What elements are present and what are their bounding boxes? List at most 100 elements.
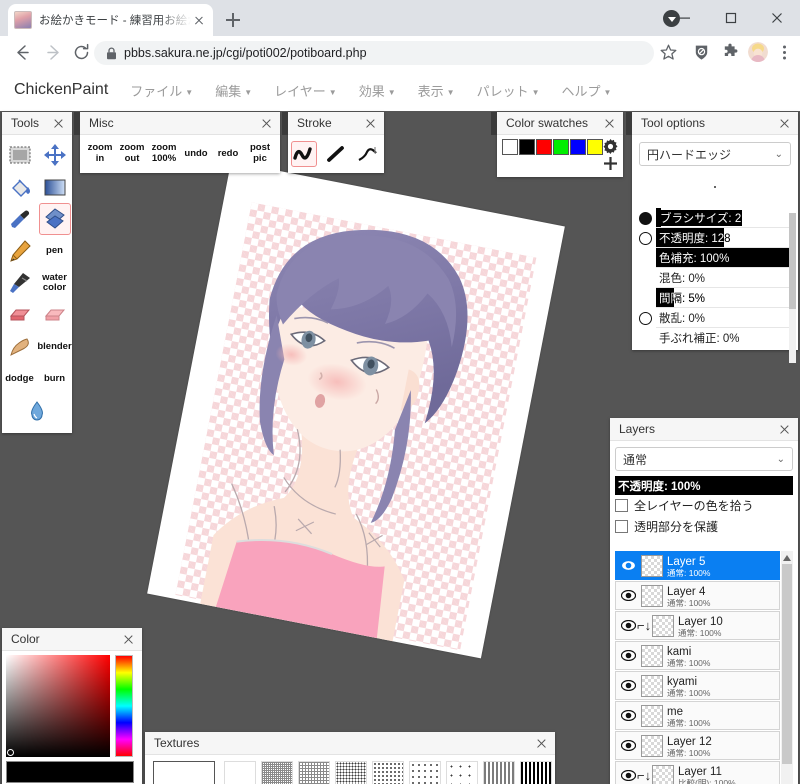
misc-panel-header[interactable]: Misc xyxy=(80,112,280,135)
table-row[interactable]: me 通常: 100% xyxy=(615,701,780,730)
opacity-radio[interactable] xyxy=(639,231,652,245)
menu-file[interactable]: ファイル ▼ xyxy=(130,81,193,100)
eye-icon[interactable] xyxy=(620,650,637,661)
texture-dots-vsparse[interactable] xyxy=(446,761,478,784)
close-icon[interactable] xyxy=(603,117,616,130)
undo-button[interactable]: undo xyxy=(180,148,212,160)
close-icon[interactable] xyxy=(364,117,377,130)
menu-view[interactable]: 表示 ▼ xyxy=(418,81,455,100)
scatter-radio[interactable] xyxy=(639,311,652,325)
texture-vstripe-soft[interactable] xyxy=(483,761,515,784)
panel-drag-grip[interactable] xyxy=(74,112,80,135)
pencil-tool[interactable] xyxy=(4,235,36,267)
close-window-button[interactable] xyxy=(754,0,800,36)
drawing-canvas[interactable] xyxy=(147,161,565,659)
texture-dots-sparse[interactable] xyxy=(409,761,441,784)
new-tab-button[interactable] xyxy=(222,9,244,31)
bezier-stroke-button[interactable] xyxy=(355,141,381,167)
burn-tool[interactable]: burn xyxy=(38,363,72,395)
maximize-button[interactable] xyxy=(708,0,754,36)
menu-effect[interactable]: 効果 ▼ xyxy=(359,81,396,100)
lock-alpha-checkbox[interactable]: 透明部分を保護 xyxy=(615,516,793,537)
scatter-slider[interactable]: 散乱: 0% xyxy=(656,308,791,328)
eye-icon[interactable] xyxy=(620,560,637,571)
browser-tab[interactable]: お絵かきモード - 練習用お絵かき掲示 xyxy=(8,4,213,36)
menu-help[interactable]: ヘルプ ▼ xyxy=(562,81,612,100)
table-row[interactable]: Layer 12 通常: 100% xyxy=(615,731,780,760)
brush-type-select[interactable]: 円ハードエッジ ⌄ xyxy=(639,142,791,166)
swatch-blue[interactable] xyxy=(570,139,586,155)
brush-size-slider[interactable]: ブラシサイズ: 2 xyxy=(656,208,791,228)
zoom-100-button[interactable]: zoom 100% xyxy=(148,142,180,165)
menu-edit[interactable]: 編集 ▼ xyxy=(215,81,252,100)
brush-size-radio[interactable] xyxy=(639,211,652,225)
profile-avatar[interactable] xyxy=(748,42,768,62)
smoothing-slider[interactable]: 手ぶれ補正: 0% xyxy=(656,328,791,348)
minimize-button[interactable] xyxy=(662,0,708,36)
adblock-shield-icon[interactable] xyxy=(692,43,711,62)
table-row[interactable]: kami 通常: 100% xyxy=(615,641,780,670)
texture-vstripe-hard[interactable] xyxy=(520,761,552,784)
layer-list[interactable]: Layer 5 通常: 100% Layer 4 通常: 100% ⌐↓ Lay… xyxy=(615,551,793,784)
dodge-tool[interactable]: dodge xyxy=(3,363,37,395)
swatch-white[interactable] xyxy=(502,139,518,155)
close-icon[interactable] xyxy=(122,633,135,646)
layer-list-scrollbar[interactable] xyxy=(781,551,793,784)
texture-customize[interactable]: Customize xyxy=(153,761,215,784)
table-row[interactable]: ⌐↓ Layer 10 通常: 100% xyxy=(615,611,780,640)
gradient-tool[interactable] xyxy=(39,171,71,203)
menu-palette[interactable]: パレット ▼ xyxy=(477,81,540,100)
blend-mode-select[interactable]: 通常 ⌄ xyxy=(615,447,793,471)
rect-select-tool[interactable] xyxy=(4,139,36,171)
swatches-panel-header[interactable]: Color swatches xyxy=(497,112,623,135)
tool-options-header[interactable]: Tool options xyxy=(632,112,798,135)
opacity-slider[interactable]: 不透明度: 128 xyxy=(656,228,791,248)
zoom-out-button[interactable]: zoom out xyxy=(116,142,148,165)
eye-icon[interactable] xyxy=(620,590,637,601)
tools-panel-header[interactable]: Tools xyxy=(2,112,72,135)
paint-bucket-tool[interactable] xyxy=(4,171,36,203)
saturation-value-field[interactable] xyxy=(6,655,110,757)
close-icon[interactable] xyxy=(535,737,548,750)
blend-slider[interactable]: 混色: 0% xyxy=(656,268,791,288)
eye-icon[interactable] xyxy=(620,680,637,691)
table-row[interactable]: Layer 5 通常: 100% xyxy=(615,551,780,580)
table-row[interactable]: Layer 4 通常: 100% xyxy=(615,581,780,610)
texture-blank[interactable] xyxy=(224,761,256,784)
menu-layer[interactable]: レイヤー ▼ xyxy=(274,81,337,100)
texture-dots-dense[interactable] xyxy=(335,761,367,784)
freehand-stroke-button[interactable] xyxy=(291,141,317,167)
zoom-in-button[interactable]: zoom in xyxy=(84,142,116,165)
swatch-green[interactable] xyxy=(553,139,569,155)
airbrush-tool[interactable] xyxy=(4,267,36,299)
table-row[interactable]: kyami 通常: 100% xyxy=(615,671,780,700)
redo-button[interactable]: redo xyxy=(212,148,244,160)
smudge-tool[interactable] xyxy=(4,331,36,363)
texture-custom-preview[interactable] xyxy=(153,761,215,784)
layer-opacity-slider[interactable]: 不透明度: 100% xyxy=(615,476,793,495)
texture-grid-mid[interactable] xyxy=(298,761,330,784)
back-button[interactable] xyxy=(12,42,33,63)
move-tool[interactable] xyxy=(39,139,71,171)
layers-panel-header[interactable]: Layers xyxy=(610,418,798,441)
swatch-yellow[interactable] xyxy=(587,139,603,155)
forward-button[interactable] xyxy=(43,42,64,63)
brush-tool[interactable] xyxy=(38,203,71,235)
blur-tool[interactable] xyxy=(21,395,53,427)
soft-eraser-tool[interactable] xyxy=(39,299,71,331)
reload-button[interactable] xyxy=(71,42,92,63)
plus-icon[interactable] xyxy=(603,156,618,171)
eraser-tool[interactable] xyxy=(4,299,36,331)
blender-tool[interactable]: blender xyxy=(37,331,71,363)
hue-strip[interactable] xyxy=(115,655,133,757)
extensions-puzzle-icon[interactable] xyxy=(721,43,740,62)
eye-icon[interactable] xyxy=(620,710,637,721)
spacing-slider[interactable]: 間隔: 5% xyxy=(656,288,791,308)
line-stroke-button[interactable] xyxy=(323,141,349,167)
address-bar[interactable]: pbbs.sakura.ne.jp/cgi/poti002/potiboard.… xyxy=(94,41,654,65)
post-pic-button[interactable]: post pic xyxy=(244,142,276,165)
bookmark-star-icon[interactable] xyxy=(659,43,678,62)
eye-icon[interactable] xyxy=(620,620,637,631)
eye-icon[interactable] xyxy=(620,740,637,751)
color-panel-header[interactable]: Color xyxy=(2,628,142,651)
